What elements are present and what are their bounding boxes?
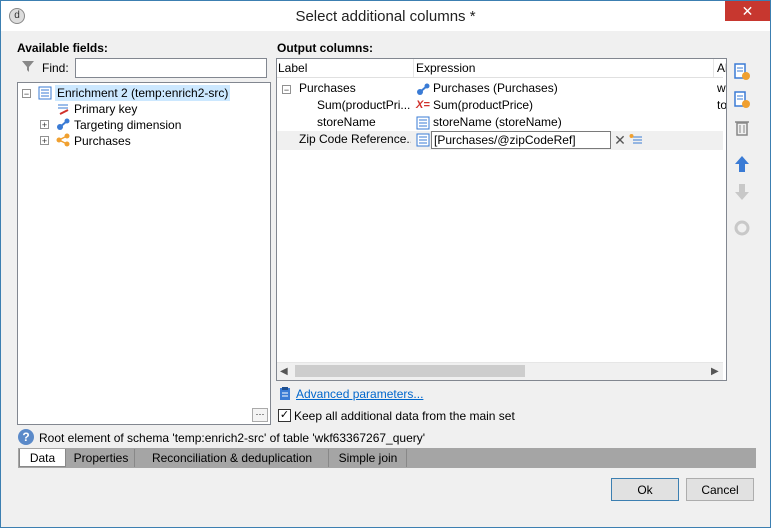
delete-icon[interactable]	[732, 118, 752, 138]
tab-bar: Data Properties Reconciliation & dedupli…	[18, 448, 756, 468]
list-icon	[416, 116, 430, 130]
link-icon	[57, 118, 70, 130]
refresh-icon[interactable]	[732, 218, 752, 238]
info-icon: ?	[18, 429, 34, 445]
tab-properties[interactable]: Properties	[68, 449, 135, 467]
clipboard-icon	[280, 387, 290, 400]
status-text: Root element of schema 'temp:enrich2-src…	[39, 431, 426, 445]
column-header-alias[interactable]: Al	[717, 60, 726, 77]
available-fields-heading: Available fields:	[17, 41, 108, 55]
output-columns-heading: Output columns:	[277, 41, 373, 55]
scroll-thumb[interactable]	[295, 365, 525, 377]
horizontal-scrollbar[interactable]: ◀ ▶	[277, 362, 723, 380]
row-label[interactable]: Purchases	[299, 80, 356, 97]
keep-data-label: Keep all additional data from the main s…	[294, 409, 515, 423]
advanced-parameters-link[interactable]: Advanced parameters...	[296, 387, 423, 401]
tree-item-enrichment[interactable]: Enrichment 2 (temp:enrich2-src)	[55, 85, 231, 101]
aggregate-icon: X=	[416, 99, 430, 111]
row-label[interactable]: Zip Code Reference...	[299, 131, 411, 148]
row-expression[interactable]: Purchases (Purchases)	[433, 80, 558, 97]
tree-item-targeting-dimension[interactable]: Targeting dimension	[74, 117, 181, 133]
keep-data-checkbox[interactable]: ✓	[278, 409, 291, 422]
fields-tree[interactable]: − Enrichment 2 (temp:enrich2-src) Primar…	[17, 82, 271, 425]
tree-collapse-icon[interactable]: −	[22, 89, 31, 99]
scroll-left-icon[interactable]: ◀	[280, 366, 288, 377]
tree-expand-icon[interactable]: +	[40, 120, 49, 130]
column-header-expression[interactable]: Expression	[416, 60, 475, 77]
row-expression[interactable]: storeName (storeName)	[433, 114, 562, 131]
find-input[interactable]	[75, 58, 267, 78]
row-alias[interactable]: w	[717, 80, 726, 97]
column-header-label[interactable]: Label	[278, 60, 307, 77]
list-icon	[38, 86, 52, 100]
clear-icon[interactable]: ✕	[613, 131, 627, 149]
row-label[interactable]: storeName	[317, 114, 376, 131]
scroll-right-icon[interactable]: ▶	[711, 366, 719, 377]
output-columns-grid[interactable]: Label Expression Al − Purchases Purchase…	[276, 58, 727, 381]
close-button[interactable]: ✕	[725, 1, 770, 21]
tree-expand-icon[interactable]: +	[40, 136, 49, 146]
row-label[interactable]: Sum(productPri...	[317, 97, 411, 114]
move-down-icon[interactable]	[732, 182, 752, 202]
more-button[interactable]: ···	[252, 408, 268, 422]
dialog-window: d Select additional columns * ✕ Availabl…	[0, 0, 771, 528]
list-icon	[416, 133, 430, 147]
share-icon	[56, 133, 70, 147]
cancel-button[interactable]: Cancel	[686, 478, 754, 501]
edit-expression-icon[interactable]	[629, 133, 643, 147]
row-collapse-icon[interactable]: −	[282, 85, 291, 95]
row-alias[interactable]: to	[717, 97, 726, 114]
tree-item-purchases[interactable]: Purchases	[74, 133, 131, 149]
window-title: Select additional columns *	[295, 8, 476, 25]
tab-simple-join[interactable]: Simple join	[330, 449, 407, 467]
move-up-icon[interactable]	[732, 154, 752, 174]
title-bar: d Select additional columns * ✕	[1, 1, 770, 31]
row-expression[interactable]: Sum(productPrice)	[433, 97, 533, 114]
tab-data[interactable]: Data	[19, 449, 66, 467]
grid-header: Label Expression Al	[277, 59, 726, 78]
ok-button[interactable]: Ok	[611, 478, 679, 501]
add-expression-icon[interactable]	[732, 90, 752, 110]
link-icon	[417, 83, 430, 95]
find-label: Find:	[42, 61, 69, 75]
key-list-icon	[58, 104, 69, 115]
filter-icon	[22, 61, 34, 72]
expression-edit-field[interactable]: [Purchases/@zipCodeRef]	[431, 131, 611, 149]
tree-item-primary-key[interactable]: Primary key	[74, 101, 137, 117]
tab-reconciliation[interactable]: Reconciliation & deduplication	[136, 449, 329, 467]
add-column-icon[interactable]	[732, 62, 752, 82]
